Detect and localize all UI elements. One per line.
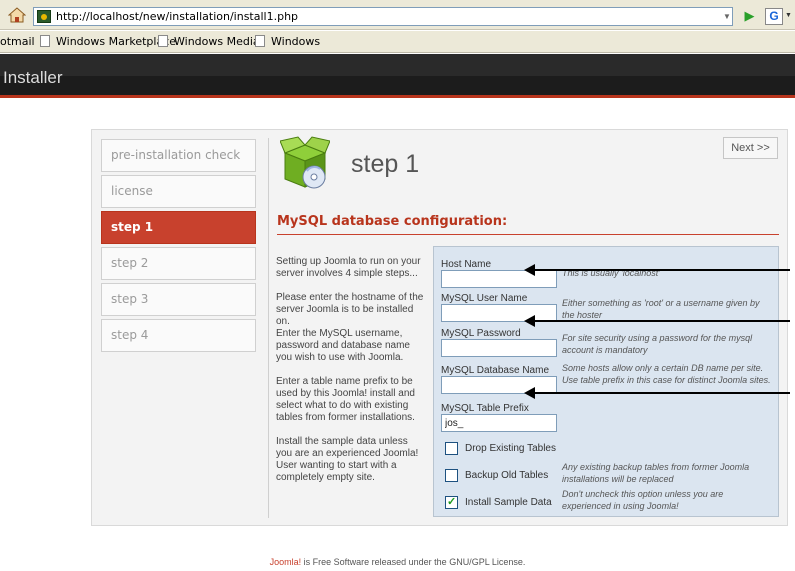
next-button[interactable]: Next >> bbox=[723, 137, 778, 159]
help-text: Install the sample data unless you are a… bbox=[276, 436, 419, 483]
user-note: Either something as 'root' or a username… bbox=[562, 298, 760, 320]
bookmark-windows-marketplace[interactable]: Windows Marketplace bbox=[40, 35, 176, 48]
help-text: Enter a table name prefix to be used by … bbox=[276, 376, 415, 423]
bookmark-label: Windows Media bbox=[174, 35, 260, 48]
google-search-icon[interactable]: G bbox=[765, 8, 783, 25]
password-label: MySQL Password bbox=[441, 328, 521, 339]
sample-data-checkbox[interactable] bbox=[445, 495, 458, 509]
annotation-arrow bbox=[524, 387, 790, 399]
bookmark-windows[interactable]: Windows bbox=[255, 35, 320, 48]
search-dropdown-icon[interactable]: ▼ bbox=[785, 12, 792, 19]
bookmark-windows-media[interactable]: Windows Media bbox=[158, 35, 260, 48]
drop-tables-checkbox[interactable] bbox=[445, 442, 458, 455]
help-text: Setting up Joomla to run on your server … bbox=[276, 256, 421, 279]
sidebar-item-step-3[interactable]: step 3 bbox=[101, 283, 256, 316]
footer-text: is Free Software released under the GNU/… bbox=[301, 557, 526, 567]
site-header: Installer bbox=[0, 54, 795, 98]
home-icon[interactable] bbox=[8, 7, 26, 23]
go-icon[interactable]: ▶ bbox=[742, 8, 757, 24]
url-field[interactable]: http://localhost/new/installation/instal… bbox=[33, 7, 733, 26]
backup-note: Any existing backup tables from former J… bbox=[562, 462, 750, 484]
sidebar-item-step-4[interactable]: step 4 bbox=[101, 319, 256, 352]
bookmark-label: Windows bbox=[271, 35, 321, 48]
install-box-icon bbox=[280, 136, 330, 189]
section-rule bbox=[277, 234, 779, 235]
divider bbox=[268, 138, 269, 518]
prefix-label: MySQL Table Prefix bbox=[441, 403, 529, 414]
sample-data-label: Install Sample Data bbox=[465, 497, 552, 508]
url-text: http://localhost/new/installation/instal… bbox=[56, 10, 299, 23]
help-text: Enter the MySQL username, password and d… bbox=[276, 328, 410, 363]
host-label: Host Name bbox=[441, 259, 492, 270]
bookmarks-bar: otmail Windows Marketplace Windows Media… bbox=[0, 31, 795, 53]
database-label: MySQL Database Name bbox=[441, 365, 550, 376]
page-icon bbox=[158, 35, 168, 47]
bookmark-hotmail[interactable]: otmail bbox=[0, 35, 35, 48]
user-label: MySQL User Name bbox=[441, 293, 528, 304]
password-note: For site security using a password for t… bbox=[562, 333, 753, 355]
sidebar-item-pre-installation-check[interactable]: pre-installation check bbox=[101, 139, 256, 172]
sample-note: Don't uncheck this option unless you are… bbox=[562, 489, 724, 511]
host-input[interactable] bbox=[441, 270, 557, 288]
backup-tables-label: Backup Old Tables bbox=[465, 470, 549, 481]
favicon-icon bbox=[37, 10, 51, 23]
installer-panel: pre-installation check license step 1 st… bbox=[91, 129, 788, 526]
backup-tables-checkbox[interactable] bbox=[445, 469, 458, 482]
sidebar-item-step-2[interactable]: step 2 bbox=[101, 247, 256, 280]
sidebar-item-step-1[interactable]: step 1 bbox=[101, 211, 256, 244]
joomla-link[interactable]: Joomla! bbox=[270, 557, 302, 567]
footer: Joomla! is Free Software released under … bbox=[0, 557, 795, 567]
page-icon bbox=[255, 35, 265, 47]
url-dropdown-icon[interactable]: ▼ bbox=[720, 9, 734, 24]
password-input[interactable] bbox=[441, 339, 557, 357]
header-title: Installer bbox=[3, 68, 63, 87]
database-note: Some hosts allow only a certain DB name … bbox=[562, 363, 771, 385]
annotation-arrow bbox=[524, 315, 790, 327]
prefix-input[interactable] bbox=[441, 414, 557, 432]
annotation-arrow bbox=[524, 264, 790, 276]
page-icon bbox=[40, 35, 50, 47]
section-title: MySQL database configuration: bbox=[277, 214, 508, 229]
drop-tables-label: Drop Existing Tables bbox=[465, 443, 556, 454]
sidebar-item-license[interactable]: license bbox=[101, 175, 256, 208]
db-config-form: Host Name This is usually 'localhost' My… bbox=[433, 246, 779, 517]
step-title: step 1 bbox=[351, 150, 420, 178]
address-bar: http://localhost/new/installation/instal… bbox=[0, 0, 795, 30]
help-text: Please enter the hostname of the server … bbox=[276, 292, 424, 327]
header-highlight bbox=[0, 54, 795, 76]
